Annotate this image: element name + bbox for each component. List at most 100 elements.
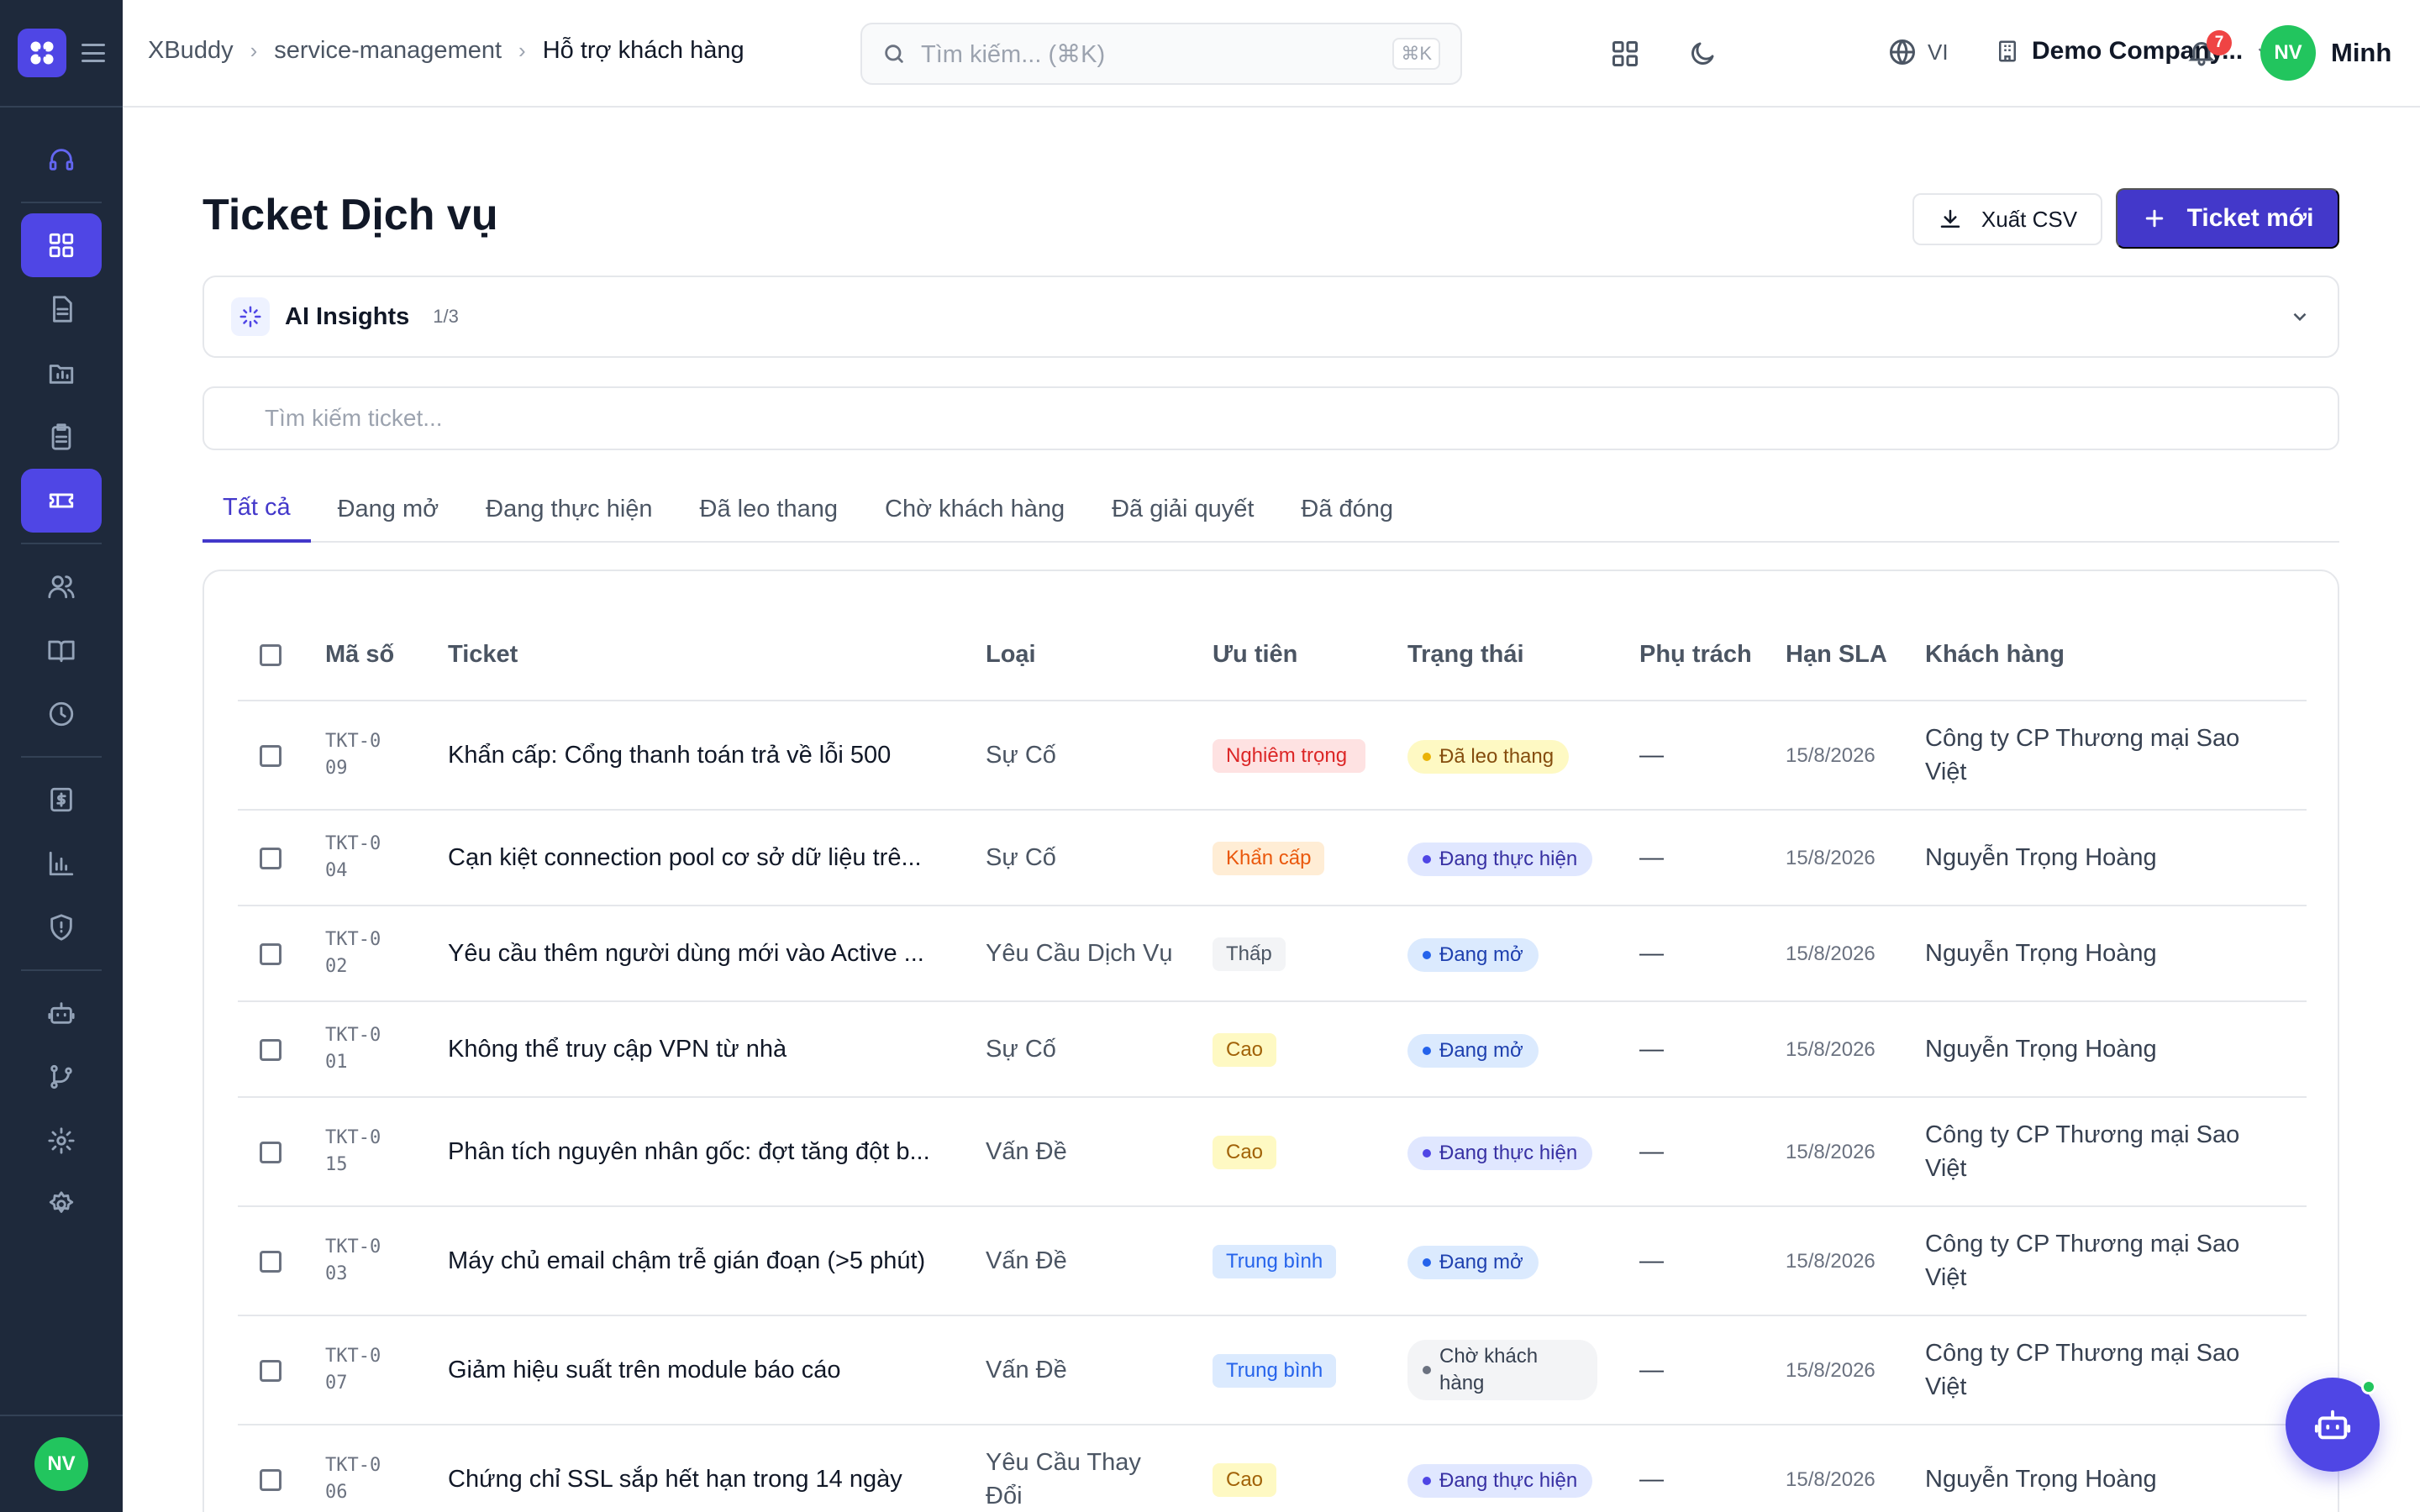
assignee[interactable]: — [1639,1466,1664,1493]
row-checkbox[interactable] [260,1360,281,1383]
sidebar-item-tickets[interactable] [21,469,102,533]
sidebar-item-documents[interactable] [21,277,102,341]
table-row[interactable]: TKT-015 Phân tích nguyên nhân gốc: đợt tă… [238,1097,2307,1207]
tab-all[interactable]: Tất cả [203,475,311,543]
sidebar-item-folders[interactable] [21,341,102,405]
tab-waiting-customer[interactable]: Chờ khách hàng [865,475,1085,543]
sidebar-item-automation[interactable] [21,981,102,1045]
ticket-code[interactable]: TKT-009 [325,728,384,782]
row-checkbox[interactable] [260,1142,281,1164]
ticket-code[interactable]: TKT-015 [325,1125,384,1179]
customer-name[interactable]: Công ty CP Thương mại Sao Việt [1925,1118,2278,1185]
new-ticket-button[interactable]: Ticket mới [2116,188,2339,249]
ticket-title[interactable]: Khẩn cấp: Cổng thanh toán trả về lỗi 500 [448,738,969,772]
customer-name[interactable]: Nguyễn Trọng Hoàng [1925,1032,2278,1066]
sidebar-item-dashboard[interactable] [21,213,102,277]
column-header-assignee[interactable]: Phụ trách [1639,608,1786,701]
assignee[interactable]: — [1639,1357,1664,1383]
ticket-title[interactable]: Cạn kiệt connection pool cơ sở dữ liệu t… [448,841,969,874]
tab-in-progress[interactable]: Đang thực hiện [466,475,672,543]
column-header-code[interactable]: Mã số [325,608,448,701]
dashboard-icon [49,233,74,258]
tab-resolved[interactable]: Đã giải quyết [1092,475,1274,543]
assignee[interactable]: — [1639,1247,1664,1274]
table-row[interactable]: TKT-006 Chứng chỉ SSL sắp hết hạn trong 1… [238,1425,2307,1512]
select-all-checkbox[interactable] [260,643,281,666]
global-search-input[interactable]: Tìm kiếm... (⌘K) ⌘K [860,23,1462,85]
assignee[interactable]: — [1639,742,1664,769]
table-row[interactable]: TKT-009 Khẩn cấp: Cổng thanh toán trả về … [238,701,2307,811]
row-checkbox[interactable] [260,848,281,870]
ticket-code[interactable]: TKT-003 [325,1234,384,1288]
moon-icon[interactable] [1687,39,1718,73]
notifications-button[interactable]: 7 [2186,30,2232,71]
sidebar-item-billing[interactable] [21,768,102,832]
row-checkbox[interactable] [260,745,281,768]
ticket-title[interactable]: Máy chủ email chậm trễ gián đoạn (>5 phú… [448,1244,969,1278]
assignee[interactable]: — [1639,844,1664,871]
sidebar-item-support[interactable] [21,128,102,192]
table-row[interactable]: TKT-004 Cạn kiệt connection pool cơ sở dữ… [238,810,2307,906]
app-logo[interactable] [18,29,66,77]
sidebar-item-reports[interactable] [21,832,102,895]
ticket-code[interactable]: TKT-006 [325,1452,384,1506]
sidebar-item-history[interactable] [21,682,102,746]
row-checkbox[interactable] [260,1039,281,1062]
assignee[interactable]: — [1639,940,1664,967]
customer-name[interactable]: Nguyễn Trọng Hoàng [1925,1462,2278,1496]
ticket-title[interactable]: Không thể truy cập VPN từ nhà [448,1032,969,1066]
sidebar-item-settings[interactable] [21,1173,102,1236]
column-header-status[interactable]: Trạng thái [1407,608,1639,701]
export-csv-button[interactable]: Xuất CSV [1912,193,2102,245]
ticket-code[interactable]: TKT-004 [325,831,384,885]
breadcrumb-item[interactable]: service-management [274,37,502,65]
customer-name[interactable]: Nguyễn Trọng Hoàng [1925,841,2278,874]
user-menu[interactable]: NV Minh [2260,25,2391,81]
table-row[interactable]: TKT-007 Giảm hiệu suất trên module báo cá… [238,1315,2307,1425]
sidebar-item-workflow[interactable] [21,1045,102,1109]
ticket-title[interactable]: Yêu cầu thêm người dùng mới vào Active .… [448,937,969,970]
column-header-priority[interactable]: Ưu tiên [1213,608,1407,701]
ticket-table-card: Mã số Ticket Loại Ưu tiên Trạng thái Phụ… [203,570,2339,1512]
tab-open[interactable]: Đang mở [318,475,460,543]
tab-escalated[interactable]: Đã leo thang [680,475,858,543]
assignee[interactable]: — [1639,1138,1664,1165]
menu-toggle-icon[interactable] [82,44,105,62]
table-row[interactable]: TKT-001 Không thể truy cập VPN từ nhà Sự C… [238,1001,2307,1098]
table-row[interactable]: TKT-003 Máy chủ email chậm trễ gián đoạn … [238,1206,2307,1316]
tab-closed[interactable]: Đã đóng [1281,475,1413,543]
chevron-down-icon[interactable] [2289,306,2311,328]
customer-name[interactable]: Công ty CP Thương mại Sao Việt [1925,722,2278,789]
ticket-code[interactable]: TKT-007 [325,1343,384,1397]
customer-name[interactable]: Công ty CP Thương mại Sao Việt [1925,1336,2278,1404]
customer-name[interactable]: Nguyễn Trọng Hoàng [1925,937,2278,970]
ticket-code[interactable]: TKT-002 [325,927,384,980]
assignee[interactable]: — [1639,1036,1664,1063]
customer-name[interactable]: Công ty CP Thương mại Sao Việt [1925,1227,2278,1294]
row-checkbox[interactable] [260,1469,281,1492]
ticket-title[interactable]: Chứng chỉ SSL sắp hết hạn trong 14 ngày [448,1462,969,1496]
column-header-type[interactable]: Loại [986,608,1213,701]
breadcrumb-item[interactable]: XBuddy [148,37,234,65]
sidebar-item-knowledge[interactable] [21,618,102,682]
sidebar-item-config[interactable] [21,1109,102,1173]
ticket-code[interactable]: TKT-001 [325,1022,384,1076]
sla-date: 15/8/2026 [1786,744,1876,767]
column-header-customer[interactable]: Khách hàng [1925,608,2307,701]
sidebar-item-tasks[interactable] [21,405,102,469]
ticket-title[interactable]: Giảm hiệu suất trên module báo cáo [448,1353,969,1387]
ticket-search-input[interactable]: Tìm kiếm ticket... [203,386,2339,450]
row-checkbox[interactable] [260,1251,281,1273]
table-row[interactable]: TKT-002 Yêu cầu thêm người dùng mới vào A… [238,906,2307,1002]
column-header-sla[interactable]: Hạn SLA [1786,608,1925,701]
sidebar-item-security[interactable] [21,895,102,959]
row-checkbox[interactable] [260,943,281,966]
ticket-title[interactable]: Phân tích nguyên nhân gốc: đợt tăng đột … [448,1135,969,1168]
column-header-ticket[interactable]: Ticket [448,608,986,701]
ai-insights-panel[interactable]: AI Insights 1/3 [203,276,2339,358]
sidebar-item-users[interactable] [21,554,102,618]
language-switcher[interactable]: VI [1887,37,1949,67]
sidebar-avatar[interactable]: NV [34,1437,88,1491]
priority-badge: Khẩn cấp [1213,842,1325,875]
apps-grid-icon[interactable] [1610,39,1640,73]
